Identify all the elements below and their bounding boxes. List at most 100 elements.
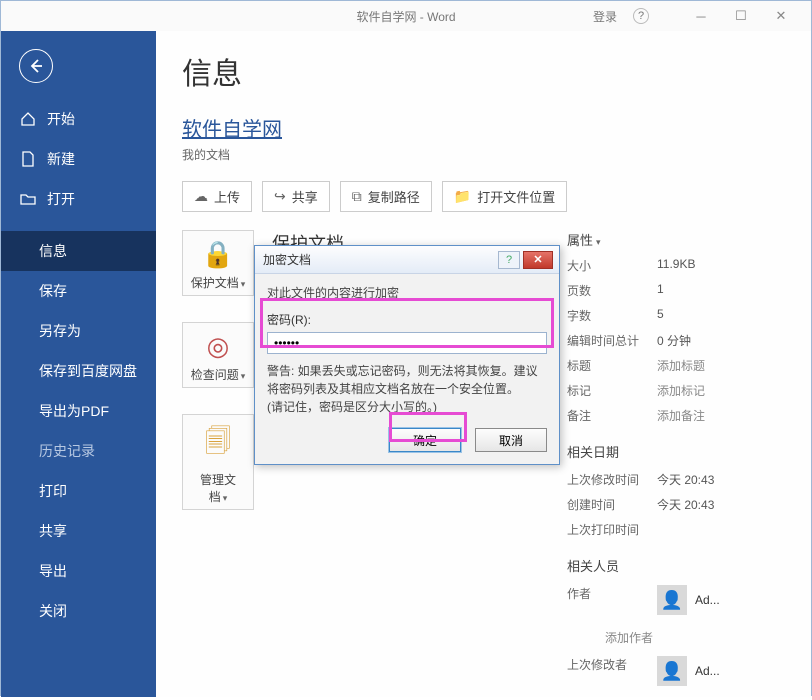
dialog-intro-text: 对此文件的内容进行加密 — [267, 284, 547, 301]
sidebar-item-share[interactable]: 共享 — [1, 511, 156, 551]
share-button[interactable]: ↪共享 — [262, 181, 330, 212]
app-title: 软件自学网 - Word — [356, 8, 455, 25]
sidebar-item-new[interactable]: 新建 — [1, 139, 156, 179]
properties-header-label: 属性 — [567, 233, 593, 248]
dialog-title: 加密文档 — [263, 251, 495, 268]
chevron-down-icon: ▾ — [241, 279, 246, 289]
password-input[interactable] — [267, 332, 547, 354]
sidebar-item-label: 另存为 — [39, 321, 81, 341]
sidebar-item-label: 开始 — [47, 109, 75, 129]
properties-dates-header: 相关日期 — [567, 442, 785, 461]
prop-label-lastmod-by: 上次修改者 — [567, 656, 657, 692]
prop-label-created: 创建时间 — [567, 496, 657, 513]
prop-label-edit-time: 编辑时间总计 — [567, 332, 657, 349]
button-label: 检查问题 — [191, 368, 239, 382]
dialog-close-icon[interactable]: ✕ — [523, 251, 553, 269]
prop-label-title: 标题 — [567, 357, 657, 374]
lastmod-name: Ad... — [695, 664, 720, 678]
upload-button[interactable]: ☁上传 — [182, 181, 252, 212]
prop-value-edit-time: 0 分钟 — [657, 332, 691, 349]
sidebar-item-label: 打开 — [47, 189, 75, 209]
properties-header[interactable]: 属性▾ — [567, 230, 785, 249]
dialog-titlebar[interactable]: 加密文档 ? ✕ — [255, 246, 559, 274]
sidebar-item-label: 信息 — [39, 241, 67, 261]
sidebar-item-save-baidu[interactable]: 保存到百度网盘 — [1, 351, 156, 391]
prop-value-size: 11.9KB — [657, 257, 695, 274]
sidebar-item-export-pdf[interactable]: 导出为PDF — [1, 391, 156, 431]
document-location: 我的文档 — [182, 146, 785, 163]
document-title[interactable]: 软件自学网 — [182, 113, 785, 142]
avatar-icon: 👤 — [657, 656, 687, 686]
document-icon — [19, 151, 37, 167]
button-label: 共享 — [292, 187, 318, 206]
prop-value-title[interactable]: 添加标题 — [657, 357, 705, 374]
sidebar-item-save[interactable]: 保存 — [1, 271, 156, 311]
close-icon[interactable]: ✕ — [761, 2, 801, 30]
sidebar-item-label: 保存 — [39, 281, 67, 301]
author-entry[interactable]: 👤 Ad... — [657, 585, 720, 615]
prop-label-size: 大小 — [567, 257, 657, 274]
encrypt-document-dialog: 加密文档 ? ✕ 对此文件的内容进行加密 密码(R): 警告: 如果丢失或忘记密… — [254, 245, 560, 465]
cancel-button[interactable]: 取消 — [475, 428, 547, 452]
button-label: 打开文件位置 — [477, 187, 555, 206]
inspect-document-button[interactable]: ◎ 检查问题▾ — [182, 322, 254, 388]
prop-label-note: 备注 — [567, 407, 657, 424]
minimize-icon[interactable]: ─ — [681, 2, 721, 30]
prop-value-created: 今天 20:43 — [657, 496, 714, 513]
button-label: 确定 — [413, 434, 437, 448]
sidebar-item-label: 新建 — [47, 149, 75, 169]
prop-label-modified: 上次修改时间 — [567, 471, 657, 488]
sidebar-item-history[interactable]: 历史记录 — [1, 431, 156, 471]
sidebar-item-label: 历史记录 — [39, 441, 95, 461]
prop-value-pages: 1 — [657, 282, 664, 299]
dialog-help-icon[interactable]: ? — [498, 251, 520, 269]
maximize-icon[interactable]: ☐ — [721, 2, 761, 30]
chevron-down-icon: ▾ — [223, 493, 228, 503]
author-name: Ad... — [695, 593, 720, 607]
dialog-warning-text: 警告: 如果丢失或忘记密码，则无法将其恢复。建议将密码列表及其相应文档名放在一个… — [267, 362, 547, 416]
sidebar-item-close[interactable]: 关闭 — [1, 591, 156, 631]
prop-value-words: 5 — [657, 307, 664, 324]
sidebar-item-saveas[interactable]: 另存为 — [1, 311, 156, 351]
sidebar-item-label: 导出为PDF — [39, 401, 109, 421]
open-location-button[interactable]: 📁 打开文件位置 — [442, 181, 567, 212]
login-link[interactable]: 登录 — [593, 8, 617, 25]
sidebar-item-open[interactable]: 打开 — [1, 179, 156, 219]
prop-label-author: 作者 — [567, 585, 657, 621]
help-icon[interactable]: ? — [633, 8, 649, 24]
copy-path-button[interactable]: ⧉复制路径 — [340, 181, 432, 212]
ok-button[interactable]: 确定 — [389, 428, 461, 452]
sidebar-item-export[interactable]: 导出 — [1, 551, 156, 591]
prop-value-note[interactable]: 添加备注 — [657, 407, 705, 424]
chevron-down-icon: ▾ — [596, 237, 601, 247]
avatar-icon: 👤 — [657, 585, 687, 615]
prop-label-words: 字数 — [567, 307, 657, 324]
link-icon: ⧉ — [352, 188, 362, 205]
prop-value-modified: 今天 20:43 — [657, 471, 714, 488]
button-label: 保护文档 — [191, 276, 239, 290]
action-row: ☁上传 ↪共享 ⧉复制路径 📁 打开文件位置 — [182, 181, 785, 212]
sidebar-item-label: 打印 — [39, 481, 67, 501]
sidebar-item-label: 关闭 — [39, 601, 67, 621]
cloud-upload-icon: ☁ — [194, 188, 208, 205]
password-label: 密码(R): — [267, 311, 547, 328]
sidebar: 开始 新建 打开 信息 保存 另存为 保存到百度网盘 导出为PDF 历史记录 — [1, 31, 156, 697]
prop-label-tag: 标记 — [567, 382, 657, 399]
manage-document-button[interactable]: 🗐 管理文 档▾ — [182, 414, 254, 510]
add-author-link[interactable]: 添加作者 — [605, 629, 785, 646]
protect-document-button[interactable]: 🔒 保护文档▾ — [182, 230, 254, 296]
chevron-down-icon: ▾ — [241, 371, 246, 381]
lastmod-entry[interactable]: 👤 Ad... — [657, 656, 720, 686]
page-title: 信息 — [182, 49, 785, 93]
properties-people-header: 相关人员 — [567, 556, 785, 575]
titlebar: 软件自学网 - Word 登录 ? ─ ☐ ✕ — [1, 1, 811, 31]
properties-pane: 属性▾ 大小11.9KB 页数1 字数5 编辑时间总计0 分钟 标题添加标题 标… — [567, 230, 785, 700]
prop-value-tag[interactable]: 添加标记 — [657, 382, 705, 399]
folder-icon: 📁 — [454, 188, 471, 205]
sidebar-item-info[interactable]: 信息 — [1, 231, 156, 271]
button-label: 取消 — [499, 434, 523, 448]
sidebar-item-print[interactable]: 打印 — [1, 471, 156, 511]
back-button[interactable] — [19, 49, 53, 83]
sidebar-item-start[interactable]: 开始 — [1, 99, 156, 139]
sidebar-item-label: 保存到百度网盘 — [39, 361, 137, 381]
